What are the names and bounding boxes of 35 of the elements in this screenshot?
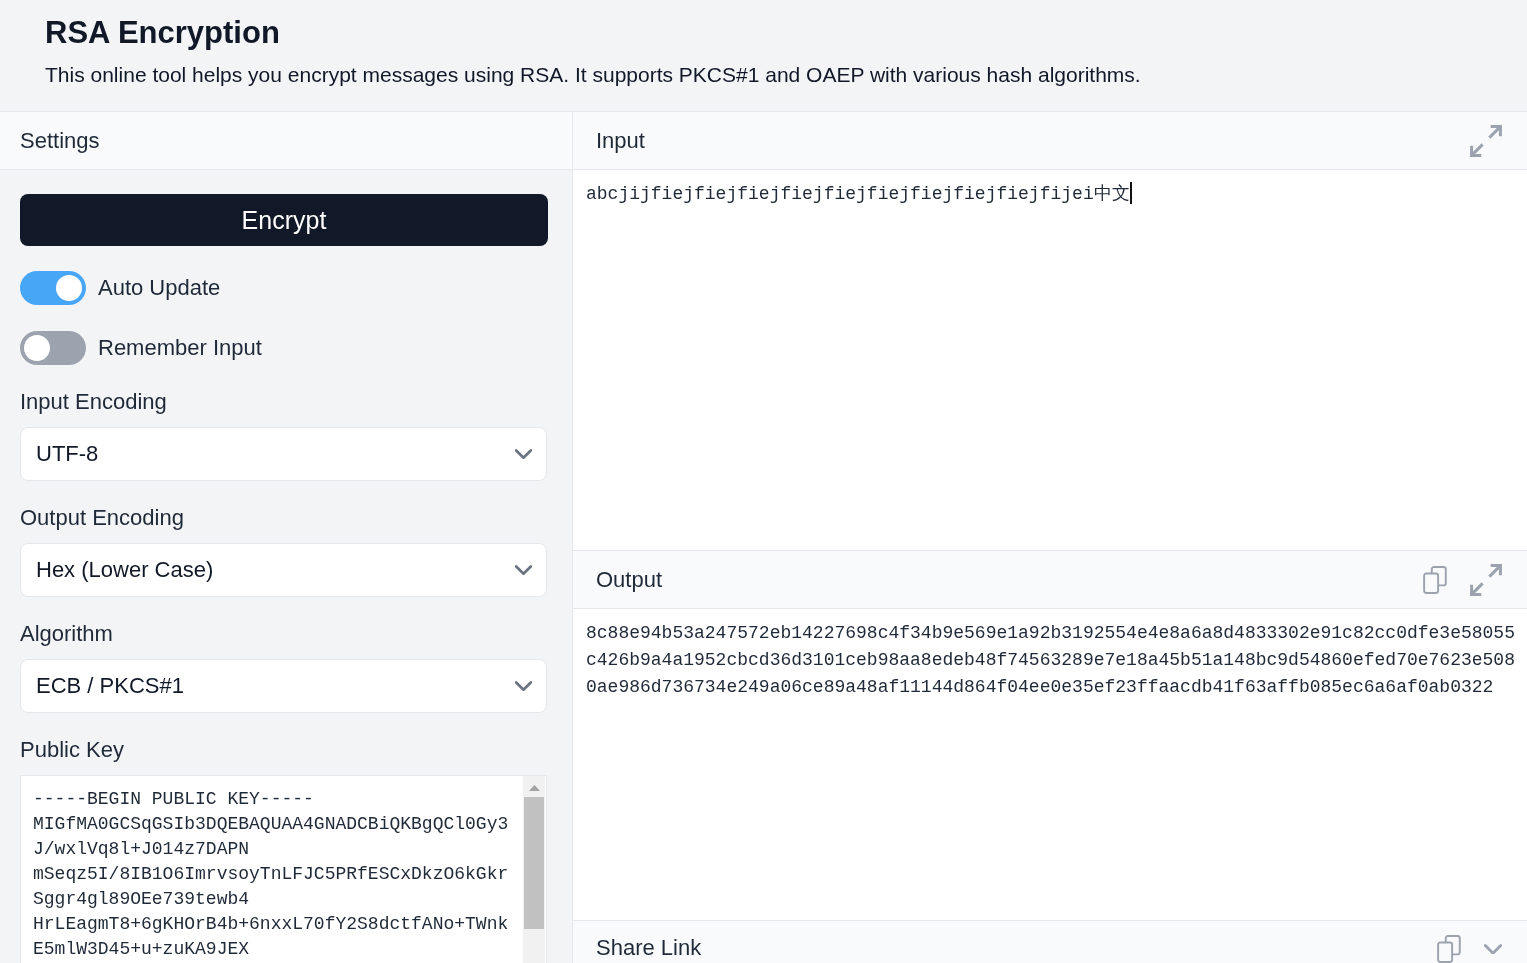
toggle-switch[interactable] [20,271,86,305]
field-label: Output Encoding [20,504,184,532]
public-key-field[interactable]: -----BEGIN PUBLIC KEY----- MIGfMA0GCSqGSIb3DQEBAQUAA4GNADCBiQKBgQCl0Gy3J/wxlVq8l+J014z7DAPN mSeqz5I/8IB1O6ImrvsoyTnLFJC5PRfESCxDkzO6kGkrSggr4gl89OEe739tewb4 HrLEagmT8+6gKHOrB4b+6nxxL70fY2S8dctfANo+TWnkE5mlW3D45+u+zuKA9JEX [20,775,547,963]
select-field[interactable]: ECB / PKCS#1 [20,659,547,713]
scrollbar-thumb[interactable] [524,797,544,929]
expand-icon [1470,124,1502,157]
panel-header: Settings [0,112,572,170]
copy-icon [1436,935,1462,963]
select-field[interactable]: UTF-8 [20,427,547,481]
copy-button[interactable] [1422,565,1448,594]
copy-icon [1422,565,1448,594]
collapse-button[interactable] [1484,943,1502,955]
page-description: This online tool helps you encrypt messages using RSA. It supports PKCS#1 and OAEP with various hash algorithms. [45,62,1141,88]
panel-title: Share Link [596,935,702,961]
chevron-down-icon [1484,943,1502,955]
toggle-switch[interactable] [20,331,86,365]
toggle-label: Auto Update [98,275,221,301]
scroll-up-arrow-icon[interactable] [528,785,540,791]
field-label: Public Key [20,736,124,764]
expand-icon [1470,563,1502,596]
panel-title: Output [596,566,663,593]
page-title: RSA Encryption [45,15,280,51]
panel-title: Input [596,127,645,154]
expand-button[interactable] [1470,124,1502,157]
chevron-down-icon [515,448,532,460]
field-label: Input Encoding [20,388,167,416]
scrollbar[interactable] [523,776,545,963]
copy-button[interactable] [1436,935,1462,963]
encrypt-button[interactable]: Encrypt [20,194,548,246]
toggle-label: Remember Input [98,335,262,361]
select-field[interactable]: Hex (Lower Case) [20,543,547,597]
expand-button[interactable] [1470,563,1502,596]
chevron-down-icon [515,564,532,576]
chevron-down-icon [515,680,532,692]
field-label: Algorithm [20,620,113,648]
